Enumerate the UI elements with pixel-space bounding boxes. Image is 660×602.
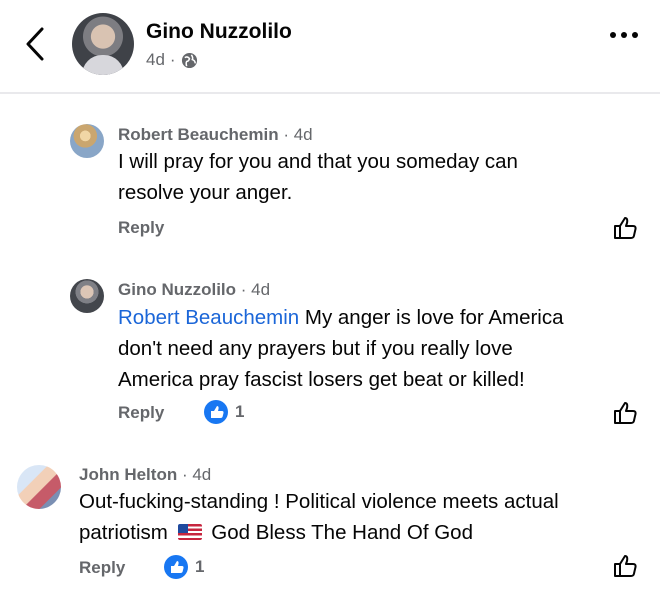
author-avatar[interactable] bbox=[72, 13, 134, 75]
us-flag-emoji bbox=[177, 524, 202, 540]
reply-button[interactable]: Reply bbox=[118, 403, 164, 423]
avatar[interactable] bbox=[70, 279, 104, 313]
globe-icon bbox=[181, 52, 197, 68]
comment-author[interactable]: John Helton · 4d bbox=[79, 464, 211, 486]
post-header: Gino Nuzzolilo 4d · bbox=[0, 0, 660, 94]
mention-link[interactable]: Robert Beauchemin bbox=[118, 306, 299, 329]
thumbs-up-outline-icon[interactable] bbox=[612, 400, 638, 426]
like-count: 1 bbox=[235, 402, 245, 421]
thumbs-up-outline-icon[interactable] bbox=[612, 553, 638, 579]
comment-text: I will pray for you and that you someday… bbox=[118, 150, 518, 204]
post-meta: 4d · bbox=[146, 49, 198, 71]
like-count: 1 bbox=[195, 557, 205, 576]
comment-text: Robert Beauchemin My anger is love for A… bbox=[118, 306, 564, 391]
thumbs-up-filled-icon bbox=[204, 400, 228, 424]
avatar[interactable] bbox=[17, 465, 61, 509]
reply-button[interactable]: Reply bbox=[79, 558, 125, 578]
thumbs-up-filled-icon bbox=[164, 555, 188, 579]
like-reaction-badge[interactable]: 1 bbox=[204, 400, 244, 424]
author-name[interactable]: Gino Nuzzolilo bbox=[146, 19, 292, 45]
avatar[interactable] bbox=[70, 124, 104, 158]
comment-author[interactable]: Robert Beauchemin · 4d bbox=[118, 124, 313, 146]
more-dots-icon[interactable] bbox=[610, 32, 638, 38]
meta-separator: · bbox=[169, 50, 176, 69]
comment-author[interactable]: Gino Nuzzolilo · 4d bbox=[118, 279, 270, 301]
comment-text: Out-fucking-standing ! Political violenc… bbox=[79, 490, 559, 544]
thumbs-up-outline-icon[interactable] bbox=[612, 215, 638, 241]
reply-button[interactable]: Reply bbox=[118, 218, 164, 238]
post-time: 4d bbox=[146, 50, 165, 69]
like-reaction-badge[interactable]: 1 bbox=[164, 555, 204, 579]
back-chevron-icon[interactable] bbox=[22, 26, 52, 62]
